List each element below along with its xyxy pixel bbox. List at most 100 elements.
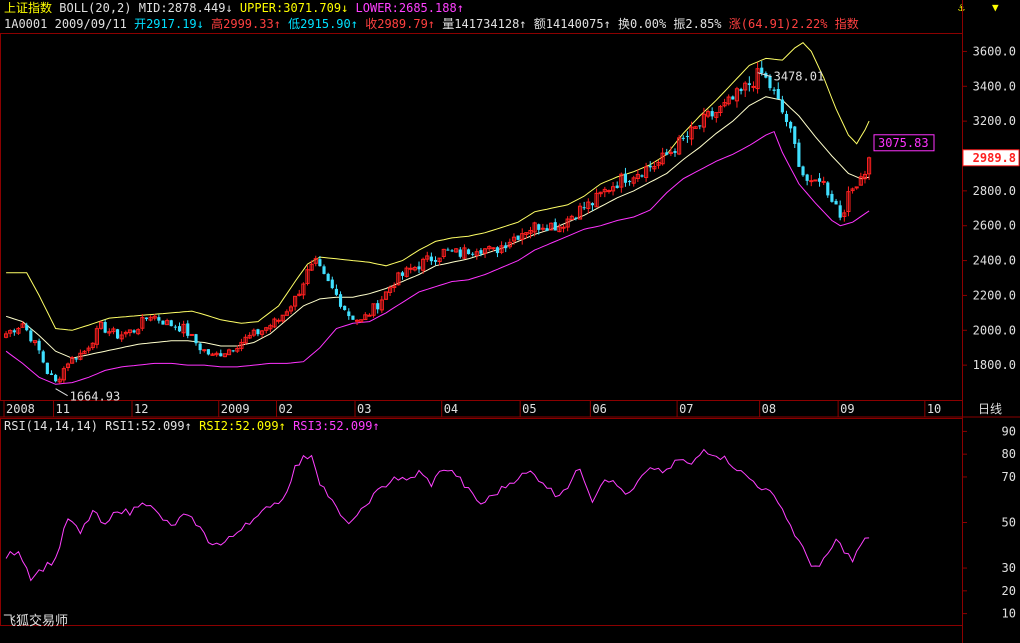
date-tick-label: 09 bbox=[840, 402, 854, 416]
rsi-label: RSI(14,14,14) bbox=[4, 419, 98, 433]
candle-body-down bbox=[433, 260, 438, 262]
candle-body-down bbox=[194, 334, 198, 344]
candle-body-down bbox=[495, 247, 500, 254]
candle-body-up bbox=[809, 180, 814, 183]
candle-body-down bbox=[334, 288, 338, 295]
candle-body-down bbox=[326, 273, 330, 282]
candle-body-up bbox=[367, 314, 372, 317]
candle-body-down bbox=[37, 340, 41, 351]
candle-body-down bbox=[582, 207, 586, 209]
candle-body-down bbox=[817, 178, 822, 182]
candle-body-up bbox=[276, 319, 281, 322]
candle-body-down bbox=[29, 330, 33, 342]
boll-band-layer bbox=[5, 42, 870, 385]
candle-body-down bbox=[45, 362, 49, 374]
candle-body-down bbox=[789, 121, 793, 129]
candle-body-down bbox=[322, 266, 326, 274]
candle-body-up bbox=[854, 186, 859, 189]
candle-body-down bbox=[838, 205, 842, 218]
candle-body-down bbox=[780, 99, 784, 113]
price-tick-label: 2000.0 bbox=[973, 323, 1016, 337]
date-tick-label: 10 bbox=[927, 402, 941, 416]
date-tick-label: 05 bbox=[522, 402, 536, 416]
price-tick-label: 2600.0 bbox=[973, 219, 1016, 233]
candle-body-down bbox=[537, 224, 541, 230]
current-price-label: 2989.8 bbox=[973, 151, 1016, 165]
candle-body-down bbox=[760, 67, 764, 74]
candle-body-up bbox=[354, 319, 360, 322]
candle-body-down bbox=[516, 235, 520, 240]
candle-body-down bbox=[74, 358, 78, 360]
candle-body-down bbox=[797, 142, 801, 167]
boll-upper-line bbox=[6, 42, 870, 331]
price-tick-label: 3400.0 bbox=[973, 79, 1016, 93]
candle-body-down bbox=[219, 353, 223, 357]
candle-body-down bbox=[826, 182, 830, 196]
candle-body-down bbox=[103, 322, 107, 333]
candle-body-down bbox=[673, 151, 677, 153]
candle-body-down bbox=[590, 203, 594, 206]
rsi-tick-label: 90 bbox=[1002, 424, 1016, 438]
candle-body-down bbox=[318, 259, 322, 267]
candle-body-down bbox=[710, 111, 714, 117]
low-annotation: 1664.93 bbox=[70, 390, 121, 404]
candle-body-down bbox=[49, 373, 54, 375]
rsi2-value: RSI2:52.099 bbox=[199, 419, 279, 433]
rsi-tick-label: 70 bbox=[1002, 470, 1016, 484]
candle-body-down bbox=[206, 349, 210, 355]
rsi-tick-label: 30 bbox=[1002, 561, 1016, 575]
candle-body-down bbox=[793, 126, 797, 144]
candle-body-down bbox=[231, 350, 235, 352]
rsi3-value: RSI3:52.099 bbox=[293, 419, 373, 433]
candle-body-down bbox=[681, 137, 685, 139]
candle-body-down bbox=[458, 249, 462, 257]
rsi-tick-label: 80 bbox=[1002, 447, 1016, 461]
candle-body-down bbox=[640, 175, 644, 177]
rsi-series-line bbox=[5, 448, 870, 582]
candle-body-down bbox=[739, 89, 743, 92]
date-tick-label: 12 bbox=[134, 402, 148, 416]
candle-body-down bbox=[615, 185, 619, 189]
candle-body-down bbox=[343, 305, 347, 311]
candle-body-up bbox=[561, 226, 566, 229]
rsi1-arrow-icon: ↑ bbox=[184, 419, 192, 433]
candle-body-down bbox=[429, 256, 433, 262]
candle-body-down bbox=[731, 96, 735, 100]
candle-layer bbox=[3, 60, 872, 384]
date-tick-label: 06 bbox=[592, 402, 606, 416]
candle-body-down bbox=[12, 330, 16, 333]
date-tick-label: 11 bbox=[56, 402, 70, 416]
candle-body-down bbox=[400, 272, 405, 276]
candle-body-down bbox=[186, 323, 190, 336]
chart-root: 上证指数 BOLL(20,2) MID:2878.449↓ UPPER:3071… bbox=[0, 0, 1020, 643]
candle-body-down bbox=[330, 279, 334, 289]
candle-body-down bbox=[471, 253, 475, 255]
candle-body-down bbox=[665, 152, 669, 155]
candle-body-down bbox=[466, 249, 471, 255]
rsi-panel-frame bbox=[0, 418, 963, 626]
candle-body-down bbox=[376, 303, 380, 310]
candle-body-down bbox=[347, 311, 351, 317]
candle-body-down bbox=[545, 228, 549, 231]
candle-body-up bbox=[821, 180, 826, 183]
candle-body-down bbox=[747, 83, 751, 85]
candle-body-down bbox=[768, 75, 772, 89]
candle-body-down bbox=[41, 351, 45, 363]
rsi-tick-label: 20 bbox=[1002, 584, 1016, 598]
candle-body-down bbox=[772, 89, 776, 91]
candle-body-down bbox=[177, 326, 182, 332]
candle-body-down bbox=[198, 343, 202, 351]
candle-body-down bbox=[132, 330, 136, 333]
candle-body-down bbox=[784, 113, 789, 123]
date-tick-label: 07 bbox=[679, 402, 693, 416]
candle-body-down bbox=[144, 317, 149, 320]
candle-body-down bbox=[161, 320, 165, 325]
chart-canvas: 1800.02000.02200.02400.02600.02800.03000… bbox=[0, 0, 1020, 643]
candle-body-down bbox=[157, 317, 161, 321]
candle-body-up bbox=[606, 190, 612, 193]
candle-body-down bbox=[685, 135, 689, 137]
candle-body-down bbox=[698, 125, 702, 127]
candle-body-down bbox=[169, 320, 173, 327]
price-tick-label: 2400.0 bbox=[973, 254, 1016, 268]
grid-layer bbox=[0, 0, 1020, 643]
